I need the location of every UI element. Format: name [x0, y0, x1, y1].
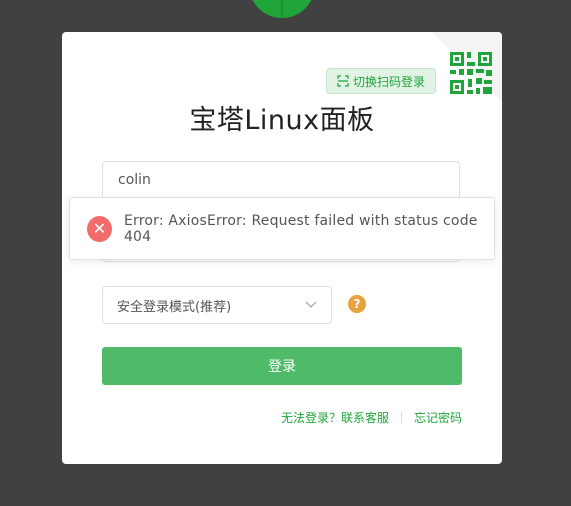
- qr-switch-label: 切换扫码登录: [353, 74, 426, 89]
- question-glyph: ?: [353, 297, 361, 311]
- username-input[interactable]: colin: [102, 161, 460, 199]
- login-button[interactable]: 登录: [102, 347, 462, 385]
- scan-icon: [337, 75, 349, 87]
- qr-code-icon[interactable]: [450, 52, 492, 94]
- link-divider: [400, 411, 402, 424]
- question-icon[interactable]: ?: [348, 295, 366, 313]
- qr-switch-tip[interactable]: 切换扫码登录: [326, 68, 437, 94]
- close-icon: ✕: [87, 215, 112, 242]
- footer-links: 无法登录？联系客服 忘记密码: [281, 409, 462, 426]
- security-mode-value: 安全登录模式(推荐): [117, 299, 232, 315]
- error-toast: ✕ Error: AxiosError: Request failed with…: [69, 197, 495, 260]
- logo-shield: [249, 0, 315, 18]
- forgot-password-link[interactable]: 忘记密码: [414, 409, 462, 426]
- username-value: colin: [118, 172, 151, 188]
- security-mode-select[interactable]: 安全登录模式(推荐): [102, 286, 332, 324]
- error-message: Error: AxiosError: Request failed with s…: [123, 212, 478, 245]
- chevron-down-icon: [305, 301, 317, 308]
- cant-login-link[interactable]: 无法登录？联系客服: [281, 409, 389, 426]
- page-title: 宝塔Linux面板: [189, 105, 375, 136]
